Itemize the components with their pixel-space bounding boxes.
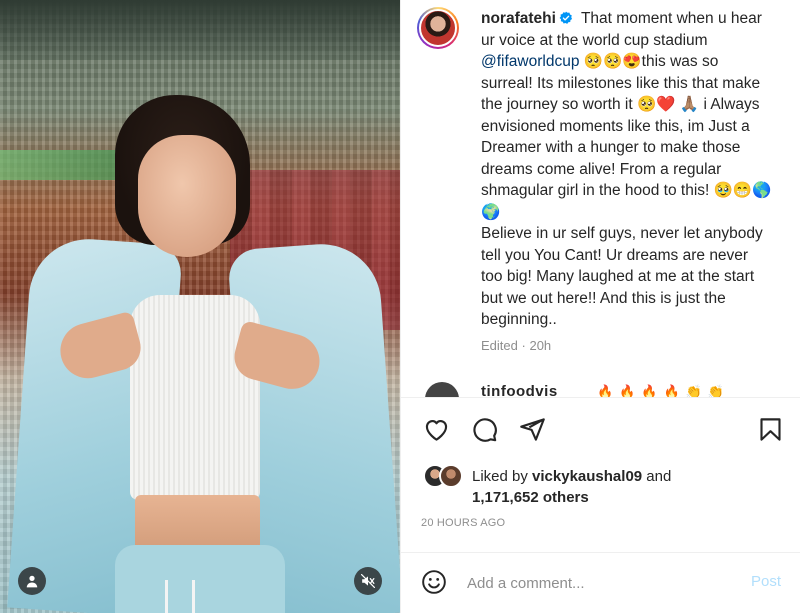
- post-caption: norafatehi That moment when u hear ur vo…: [481, 8, 773, 331]
- post-comment-button[interactable]: Post: [751, 573, 781, 590]
- track-pants: [115, 545, 285, 613]
- author-avatar-image: [419, 9, 457, 47]
- liker-username[interactable]: vickykaushal09: [532, 468, 642, 485]
- caption-age: 20h: [529, 338, 552, 353]
- comment-button[interactable]: [467, 412, 501, 446]
- drawstring: [165, 580, 195, 613]
- comment-preview: tinfoodvis 🔥🔥🔥🔥👏👏: [417, 382, 797, 397]
- likes-and-label: and: [642, 468, 672, 485]
- face: [138, 135, 236, 257]
- meta-separator: ·: [521, 338, 526, 353]
- woman-in-tracksuit: [7, 40, 400, 613]
- share-button[interactable]: [515, 412, 549, 446]
- liker-avatars: [423, 464, 467, 490]
- bookmark-icon: [759, 417, 781, 441]
- post-details-panel: norafatehi That moment when u hear ur vo…: [400, 0, 800, 613]
- post-actions-bar: [417, 412, 787, 446]
- tagged-people-button[interactable]: [18, 567, 46, 595]
- caption-scroll-area[interactable]: norafatehi That moment when u hear ur vo…: [401, 0, 800, 397]
- speaker-muted-icon: [361, 574, 375, 588]
- author-username[interactable]: norafatehi: [481, 10, 556, 27]
- save-button[interactable]: [753, 412, 787, 446]
- like-button[interactable]: [419, 412, 453, 446]
- author-avatar[interactable]: [417, 7, 459, 49]
- liked-by-label: Liked by: [472, 468, 533, 485]
- commenter-username[interactable]: tinfoodvis: [481, 383, 558, 397]
- post-media[interactable]: [0, 0, 400, 613]
- post-timestamp[interactable]: 20 HOURS AGO: [421, 517, 505, 529]
- person-icon: [26, 575, 38, 588]
- caption-meta: Edited · 20h: [481, 338, 551, 353]
- likes-text: Liked by vickykaushal09 and 1,171,652 oth…: [472, 466, 752, 508]
- paper-plane-icon: [519, 417, 545, 441]
- caption-text-part-2: 🥺🥺😍this was so surreal! Its milestones l…: [481, 53, 772, 221]
- mute-toggle-button[interactable]: [354, 567, 382, 595]
- comment-text: 🔥🔥🔥🔥👏👏: [597, 384, 731, 397]
- commenter-avatar[interactable]: [425, 382, 459, 397]
- add-comment-bar: Post: [401, 553, 800, 613]
- edited-label: Edited: [481, 338, 518, 353]
- likes-count-link[interactable]: 1,171,652 others: [472, 489, 589, 506]
- verified-badge-icon: [559, 11, 573, 24]
- smiley-icon: [422, 570, 446, 594]
- comment-icon: [472, 417, 497, 442]
- white-crop-top: [130, 295, 260, 500]
- liker-avatar[interactable]: [439, 464, 463, 488]
- caption-text-part-3: Believe in ur self guys, never let anybo…: [481, 225, 763, 328]
- heart-icon: [425, 419, 447, 441]
- emoji-picker-button[interactable]: [419, 567, 449, 597]
- comment-input[interactable]: [467, 571, 727, 595]
- divider: [401, 397, 800, 398]
- mention-link-fifaworldcup[interactable]: @fifaworldcup: [481, 53, 579, 70]
